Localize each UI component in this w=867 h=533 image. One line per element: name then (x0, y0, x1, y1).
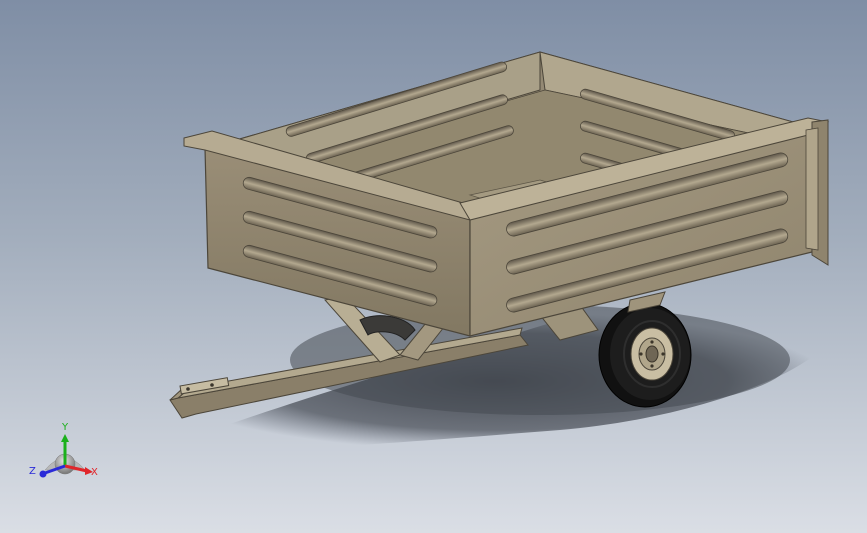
tailgate (805, 119, 829, 266)
wheel (598, 302, 692, 408)
z-axis-end (39, 470, 47, 478)
y-axis-arrow (61, 434, 69, 442)
x-axis-label: X (91, 467, 98, 478)
y-axis-label: Y (61, 422, 69, 433)
reference-triad[interactable]: Y X Z (29, 422, 98, 478)
z-axis-label: Z (29, 466, 36, 477)
cad-graphics-area[interactable]: Y X Z (0, 0, 867, 533)
